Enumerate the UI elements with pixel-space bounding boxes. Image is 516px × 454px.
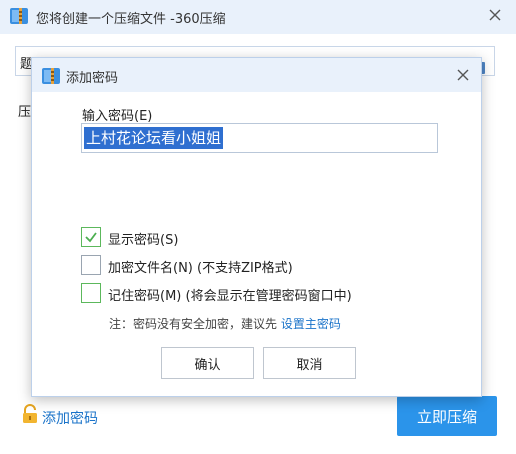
dialog-titlebar: 添加密码: [32, 58, 481, 92]
show-password-checkbox[interactable]: [81, 227, 101, 247]
archive-app-icon: [41, 66, 61, 86]
compress-options-label: 压: [18, 105, 32, 120]
password-value: 上村花论坛看小姐姐: [84, 127, 224, 149]
password-label: 输入密码(E): [82, 109, 153, 124]
dialog-title: 添加密码: [66, 71, 119, 86]
encrypt-filenames-label: 加密文件名(N) (不支持ZIP格式): [108, 261, 293, 276]
dialog-close-icon[interactable]: [452, 64, 474, 86]
set-master-password-link[interactable]: 设置主密码: [281, 317, 341, 331]
lock-icon[interactable]: [21, 404, 39, 424]
security-note-text: 注：密码没有安全加密，建议先: [109, 317, 281, 331]
confirm-button[interactable]: 确认: [161, 347, 254, 379]
security-note: 注：密码没有安全加密，建议先 设置主密码: [109, 315, 341, 332]
checkmark-icon: [85, 232, 97, 243]
add-password-dialog: 添加密码 输入密码(E) 上村花论坛看小姐姐 显示密码(S) 加密文件名(N) …: [31, 57, 482, 397]
remember-password-checkbox[interactable]: [81, 283, 101, 303]
add-password-link[interactable]: 添加密码: [42, 408, 98, 428]
archive-app-icon: [9, 6, 29, 26]
main-window-title: 您将创建一个压缩文件 -360压缩: [36, 12, 226, 27]
show-password-label: 显示密码(S): [108, 233, 179, 248]
main-titlebar: 您将创建一个压缩文件 -360压缩: [0, 0, 516, 34]
encrypt-filenames-checkbox[interactable]: [81, 255, 101, 275]
compress-now-button[interactable]: 立即压缩: [397, 396, 497, 436]
remember-password-label: 记住密码(M) (将会显示在管理密码窗口中): [108, 289, 352, 304]
password-input[interactable]: 上村花论坛看小姐姐: [81, 123, 438, 153]
main-close-icon[interactable]: [484, 4, 506, 26]
cancel-button[interactable]: 取消: [263, 347, 356, 379]
